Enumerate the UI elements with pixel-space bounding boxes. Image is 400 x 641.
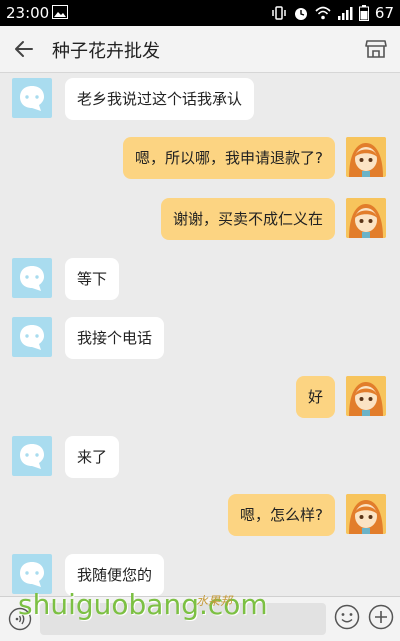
chat-bubble-icon xyxy=(20,86,44,111)
message-row: 来了 xyxy=(0,436,400,478)
message-bubble-incoming[interactable]: 来了 xyxy=(65,436,120,478)
status-bar: 23:00 67 xyxy=(0,0,400,26)
message-row: 谢谢，买卖不成仁义在 xyxy=(0,198,400,240)
message-bubble-incoming[interactable]: 我接个电话 xyxy=(65,317,165,359)
message-bubble-incoming[interactable]: 老乡我说过这个话我承认 xyxy=(65,78,255,120)
user-avatar[interactable] xyxy=(346,198,386,238)
chat-bubble-icon xyxy=(20,444,44,469)
back-arrow-icon[interactable] xyxy=(12,37,36,61)
message-row: 好 xyxy=(0,376,400,418)
status-time: 23:00 xyxy=(6,4,50,22)
signal-icon xyxy=(337,7,353,20)
alarm-icon xyxy=(294,8,307,20)
message-row: 老乡我说过这个话我承认 xyxy=(0,78,400,120)
chat-area[interactable]: 老乡我说过这个话我承认 嗯，所以哪，我申请退款了? 谢谢，买卖不成仁义在 等下 … xyxy=(0,72,400,596)
message-bubble-outgoing[interactable]: 好 xyxy=(295,376,335,418)
page-title: 种子花卉批发 xyxy=(52,41,160,62)
message-row: 嗯，怎么样? xyxy=(0,494,400,536)
battery-icon xyxy=(358,5,369,21)
emoji-icon[interactable] xyxy=(334,604,360,630)
vibrate-icon xyxy=(272,6,286,20)
user-avatar[interactable] xyxy=(346,494,386,534)
message-bubble-outgoing[interactable]: 嗯，怎么样? xyxy=(228,494,335,536)
message-row: 等下 xyxy=(0,258,400,300)
wifi-icon xyxy=(315,6,331,20)
watermark-logo-cn: 水果邦 xyxy=(196,594,233,608)
bot-avatar[interactable] xyxy=(12,258,52,298)
message-row: 嗯，所以哪，我申请退款了? xyxy=(0,137,400,179)
status-icons: 67 xyxy=(271,4,394,22)
user-avatar-image xyxy=(346,137,386,177)
message-row: 我接个电话 xyxy=(0,317,400,359)
bot-avatar[interactable] xyxy=(12,317,52,357)
bot-avatar[interactable] xyxy=(12,78,52,118)
user-avatar[interactable] xyxy=(346,137,386,177)
shop-icon[interactable] xyxy=(364,37,388,61)
user-avatar[interactable] xyxy=(346,376,386,416)
chat-bubble-icon xyxy=(20,266,44,291)
user-avatar-image xyxy=(346,494,386,534)
plus-icon[interactable] xyxy=(368,604,394,630)
image-icon xyxy=(52,5,68,19)
message-bubble-outgoing[interactable]: 嗯，所以哪，我申请退款了? xyxy=(123,137,335,179)
battery-level: 67 xyxy=(374,4,394,22)
bot-avatar[interactable] xyxy=(12,436,52,476)
message-bubble-outgoing[interactable]: 谢谢，买卖不成仁义在 xyxy=(160,198,335,240)
message-bubble-incoming[interactable]: 等下 xyxy=(65,258,120,300)
app-bar: 种子花卉批发 xyxy=(0,26,400,73)
user-avatar-image xyxy=(346,376,386,416)
user-avatar-image xyxy=(346,198,386,238)
chat-bubble-icon xyxy=(20,325,44,350)
